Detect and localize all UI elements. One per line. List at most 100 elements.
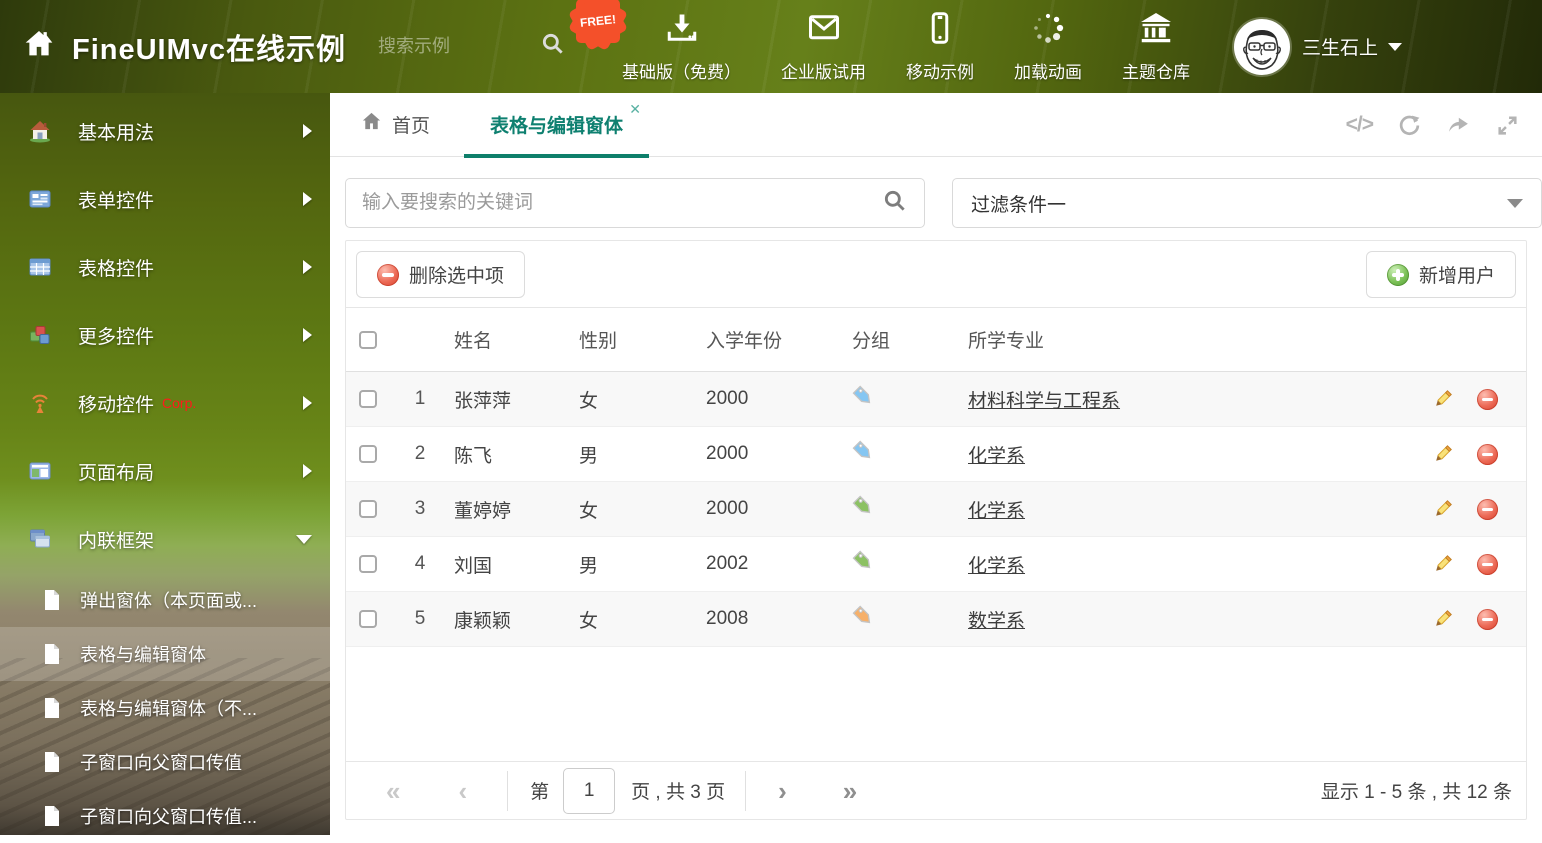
bank-icon (1138, 10, 1174, 51)
delete-row-icon[interactable] (1477, 608, 1498, 630)
col-header-major[interactable]: 所学专业 (956, 326, 1416, 353)
delete-selected-button[interactable]: 删除选中项 (356, 251, 526, 298)
table-icon (28, 255, 52, 279)
table-row: 5 康颖颖 女 2008 数学系 (346, 592, 1526, 647)
next-page-button[interactable]: › (778, 778, 787, 804)
sidebar-item-grid-controls[interactable]: 表格控件 (0, 233, 330, 301)
sidebar-item-form-controls[interactable]: 表单控件 (0, 165, 330, 233)
user-menu[interactable]: 三生石上 (1234, 18, 1403, 75)
delete-row-icon[interactable] (1477, 553, 1498, 575)
free-badge: FREE! (567, 0, 629, 52)
sidebar-subitem-child-to-parent[interactable]: 子窗口向父窗口传值 (0, 735, 330, 789)
col-header-gender[interactable]: 性别 (575, 326, 690, 353)
house-icon (28, 119, 52, 143)
collapse-arrow-icon (296, 534, 312, 544)
prev-page-button[interactable]: ‹ (458, 778, 467, 804)
edit-icon[interactable] (1432, 554, 1453, 575)
spinner-icon (1030, 10, 1066, 51)
sidebar-item-more-controls[interactable]: 更多控件 (0, 301, 330, 369)
select-all-checkbox[interactable] (359, 330, 377, 349)
row-checkbox[interactable] (359, 610, 377, 628)
antenna-icon (28, 391, 52, 415)
tab-home[interactable]: 首页 (360, 110, 430, 139)
layout-icon (28, 459, 52, 483)
share-icon[interactable] (1446, 113, 1471, 138)
edit-icon[interactable] (1432, 444, 1453, 465)
row-checkbox[interactable] (359, 445, 377, 463)
header-nav: FREE! 基础版（免费） 企业版试用 移动示例 加载动画 主题仓库 (567, 0, 1190, 83)
major-link[interactable]: 数学系 (968, 611, 1025, 632)
major-link[interactable]: 材料科学与工程系 (968, 391, 1120, 412)
page-number-input[interactable] (563, 767, 616, 814)
sidebar-item-inline-frames[interactable]: 内联框架 (0, 505, 330, 573)
avatar (1234, 18, 1291, 75)
row-checkbox[interactable] (359, 390, 377, 408)
nav-theme-store[interactable]: 主题仓库 (1122, 10, 1190, 83)
tab-bar: 首页 表格与编辑窗体 ✕ </> (330, 93, 1542, 158)
first-page-button[interactable]: « (386, 778, 400, 804)
table-header-row: 姓名 性别 入学年份 分组 所学专业 (346, 308, 1526, 372)
search-icon[interactable] (882, 188, 908, 219)
edit-icon[interactable] (1432, 609, 1453, 630)
last-page-button[interactable]: » (843, 778, 857, 804)
tag-icon (846, 550, 956, 579)
filter-dropdown[interactable]: 过滤条件一 (952, 178, 1542, 228)
major-link[interactable]: 化学系 (968, 556, 1025, 577)
expand-icon[interactable] (1495, 113, 1520, 138)
file-icon (42, 589, 62, 611)
col-header-name[interactable]: 姓名 (450, 326, 575, 353)
edit-icon[interactable] (1432, 499, 1453, 520)
sidebar-item-basic-usage[interactable]: 基本用法 (0, 97, 330, 165)
delete-row-icon[interactable] (1477, 498, 1498, 520)
expand-arrow-icon (303, 192, 312, 206)
major-link[interactable]: 化学系 (968, 501, 1025, 522)
expand-arrow-icon (303, 124, 312, 138)
refresh-icon[interactable] (1397, 113, 1422, 138)
grid-panel: 删除选中项 新增用户 姓名 性别 入学年份 分组 所学专业 1 张萍萍 女 20… (345, 240, 1527, 820)
tag-icon (846, 440, 956, 469)
view-source-icon[interactable]: </> (1346, 113, 1374, 137)
table-row: 1 张萍萍 女 2000 材料科学与工程系 (346, 372, 1526, 427)
file-icon (42, 751, 62, 773)
page-label-prefix: 第 (530, 782, 550, 803)
app-title: FineUIMvc在线示例 (72, 33, 347, 66)
close-icon[interactable]: ✕ (629, 102, 641, 116)
row-checkbox[interactable] (359, 500, 377, 518)
header-search-input[interactable] (378, 36, 529, 57)
table-row: 2 陈飞 男 2000 化学系 (346, 427, 1526, 482)
delete-row-icon[interactable] (1477, 388, 1498, 410)
sidebar-item-page-layout[interactable]: 页面布局 (0, 437, 330, 505)
major-link[interactable]: 化学系 (968, 446, 1025, 467)
nav-enterprise-trial[interactable]: 企业版试用 (781, 10, 866, 83)
sidebar-subitem-popup-window[interactable]: 弹出窗体（本页面或... (0, 573, 330, 627)
page-label-suffix: 页 , 共 3 页 (631, 782, 726, 803)
delete-row-icon[interactable] (1477, 443, 1498, 465)
chevron-down-icon (1388, 42, 1403, 51)
chevron-down-icon (1507, 198, 1523, 208)
nav-loading-animations[interactable]: 加载动画 (1014, 10, 1082, 83)
keyword-search-input[interactable] (362, 192, 882, 214)
minus-icon (377, 263, 399, 286)
row-checkbox[interactable] (359, 555, 377, 573)
corp-badge: Corp. (162, 395, 197, 411)
nav-mobile-examples[interactable]: 移动示例 (906, 10, 974, 83)
tab-toolbar: </> (1346, 93, 1520, 157)
col-header-year[interactable]: 入学年份 (690, 326, 846, 353)
sidebar-item-mobile-controls[interactable]: 移动控件 Corp. (0, 369, 330, 437)
sidebar-subitem-grid-edit-window[interactable]: 表格与编辑窗体 (0, 627, 330, 681)
home-logo-icon[interactable] (22, 27, 56, 66)
record-summary: 显示 1 - 5 条 , 共 12 条 (1320, 782, 1512, 803)
file-icon (42, 697, 62, 719)
edit-icon[interactable] (1432, 389, 1453, 410)
filter-row: 过滤条件一 (345, 178, 1542, 228)
table-row: 4 刘国 男 2002 化学系 (346, 537, 1526, 592)
pagination-bar: « ‹ 第 页 , 共 3 页 › » 显示 1 - 5 条 , 共 12 条 (346, 761, 1526, 819)
grid-toolbar: 删除选中项 新增用户 (346, 241, 1526, 308)
tab-grid-edit-window[interactable]: 表格与编辑窗体 ✕ (464, 93, 650, 158)
search-icon[interactable] (540, 31, 566, 62)
nav-basic-free[interactable]: FREE! 基础版（免费） (567, 0, 741, 83)
sidebar: 基本用法 表单控件 表格控件 更多控件 移动控件 Corp. 页面布局 内联框架… (0, 93, 330, 835)
sidebar-subitem-grid-edit-window-2[interactable]: 表格与编辑窗体（不... (0, 681, 330, 735)
col-header-group[interactable]: 分组 (846, 326, 956, 353)
add-user-button[interactable]: 新增用户 (1365, 251, 1516, 298)
